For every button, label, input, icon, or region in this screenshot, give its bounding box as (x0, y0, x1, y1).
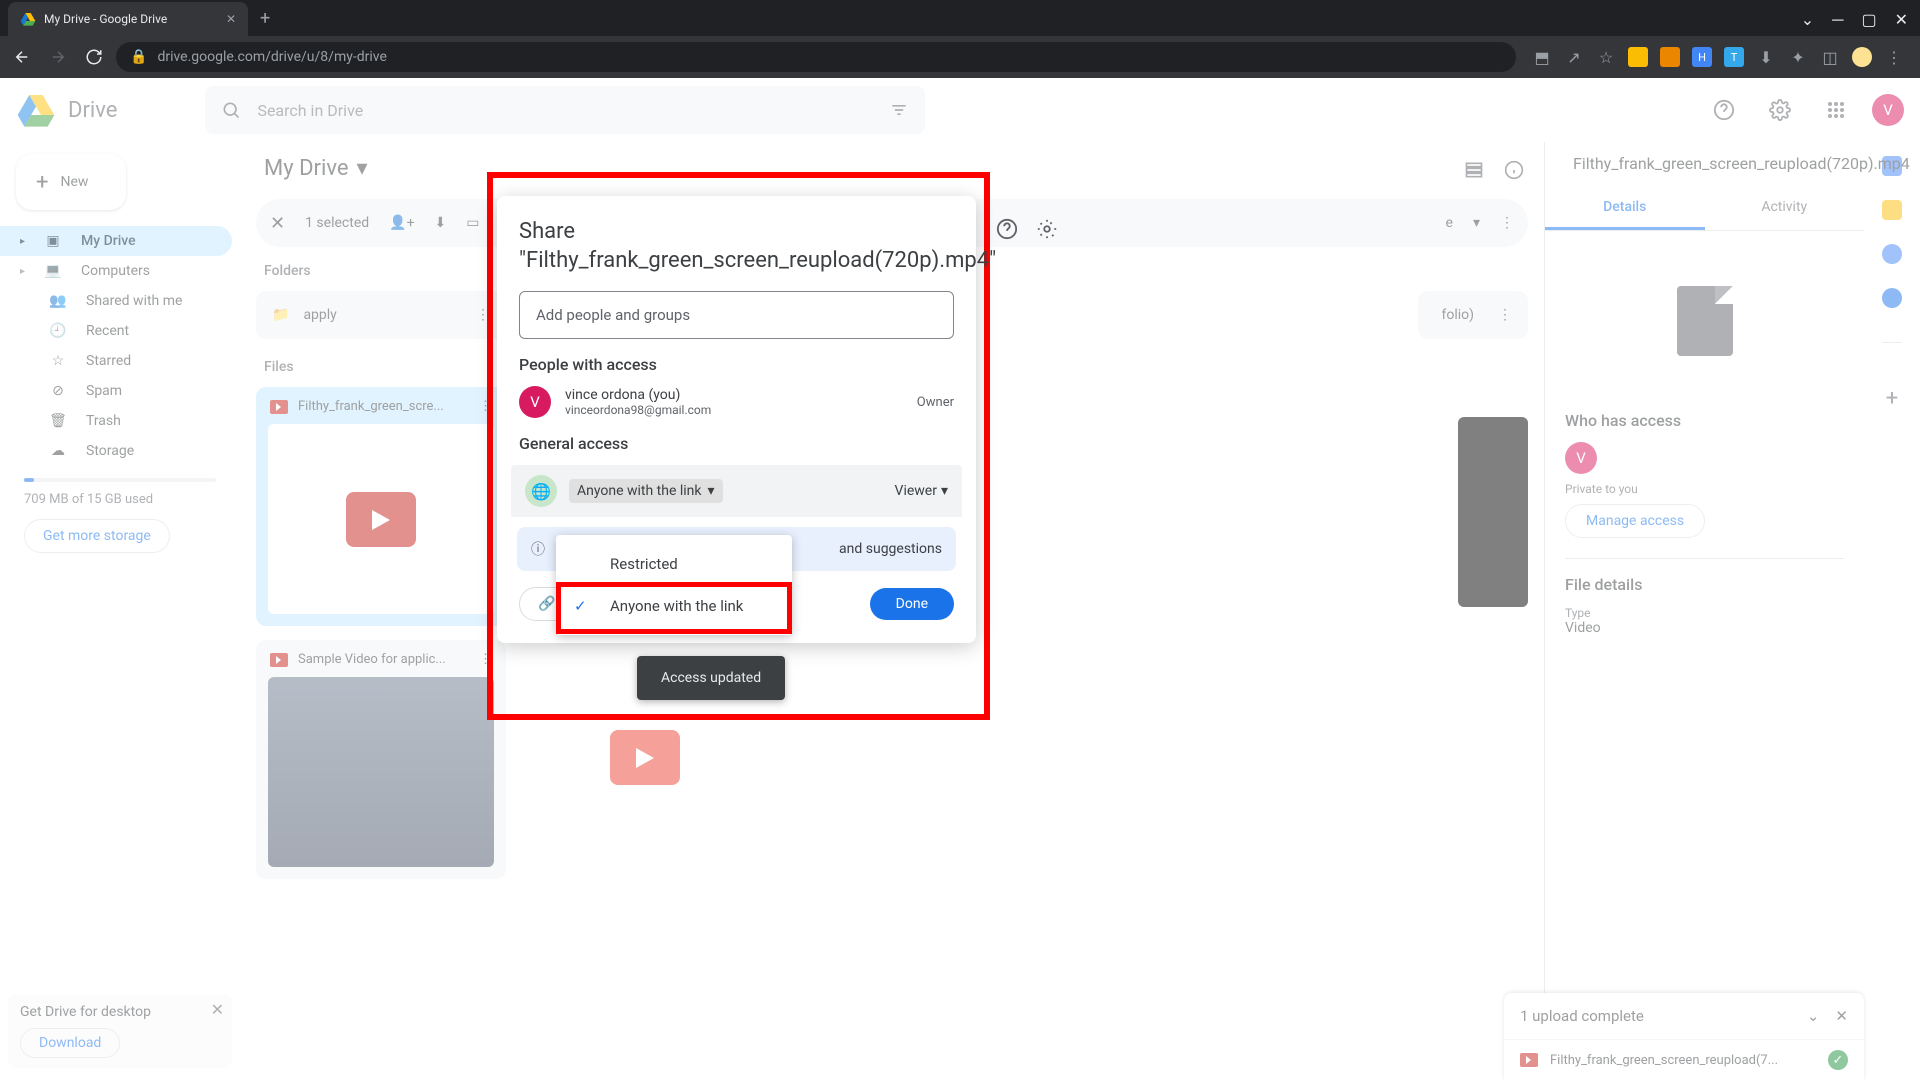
chevron-down-icon[interactable]: ⌄ (1801, 10, 1814, 30)
url-bar[interactable]: 🔒 drive.google.com/drive/u/8/my-drive (116, 42, 1516, 72)
tab-title: My Drive - Google Drive (44, 12, 167, 26)
people-with-access-heading: People with access (519, 355, 954, 374)
access-scope-label: Anyone with the link (577, 483, 702, 499)
bookmark-icon[interactable]: ☆ (1596, 47, 1616, 67)
dialog-title: Share "Filthy_frank_green_screen_reuploa… (519, 218, 996, 275)
dropdown-option-restricted[interactable]: Restricted (556, 543, 792, 585)
caret-down-icon: ▾ (941, 483, 948, 499)
forward-button[interactable] (44, 43, 72, 71)
extensions-menu-icon[interactable]: ✦ (1788, 47, 1808, 67)
role-label: Viewer (895, 483, 937, 499)
browser-chrome: ⌄ ─ ▢ ✕ My Drive - Google Drive ✕ + 🔒 dr… (0, 0, 1920, 78)
help-icon[interactable] (996, 218, 1018, 240)
lock-icon: 🔒 (130, 49, 147, 65)
general-access-heading: General access (519, 434, 954, 453)
close-window-icon[interactable]: ✕ (1895, 10, 1908, 30)
drive-favicon-icon (20, 11, 36, 27)
toast-message: Access updated (637, 656, 785, 700)
share-page-icon[interactable]: ↗ (1564, 47, 1584, 67)
extension-icon[interactable] (1628, 47, 1648, 67)
general-access-row: 🌐 Anyone with the link ▾ Viewer ▾ (511, 465, 962, 517)
person-name: vince ordona (you) (565, 387, 711, 403)
profile-avatar[interactable] (1852, 47, 1872, 67)
download-status-icon[interactable]: ⬇ (1756, 47, 1776, 67)
extension-icon[interactable]: T (1724, 47, 1744, 67)
browser-tab[interactable]: My Drive - Google Drive ✕ (8, 2, 248, 36)
person-row: V vince ordona (you) vinceordona98@gmail… (519, 386, 954, 418)
browser-menu-icon[interactable]: ⋮ (1884, 47, 1904, 67)
done-button[interactable]: Done (870, 588, 954, 620)
url-text: drive.google.com/drive/u/8/my-drive (157, 49, 386, 65)
window-controls: ⌄ ─ ▢ ✕ (1789, 10, 1920, 30)
caret-down-icon: ▾ (708, 483, 715, 499)
maximize-icon[interactable]: ▢ (1861, 10, 1876, 30)
close-tab-icon[interactable]: ✕ (226, 12, 236, 26)
minimize-icon[interactable]: ─ (1832, 10, 1843, 30)
add-people-input[interactable]: Add people and groups (519, 291, 954, 339)
extension-icon[interactable] (1660, 47, 1680, 67)
person-email: vinceordona98@gmail.com (565, 403, 711, 417)
person-role: Owner (917, 395, 954, 410)
reload-button[interactable] (80, 43, 108, 71)
globe-icon: 🌐 (525, 475, 557, 507)
person-avatar: V (519, 386, 551, 418)
access-scope-select[interactable]: Anyone with the link ▾ (569, 479, 723, 503)
annotation-box (556, 582, 792, 634)
back-button[interactable] (8, 43, 36, 71)
extension-icon[interactable]: H (1692, 47, 1712, 67)
install-icon[interactable]: ⬒ (1532, 47, 1552, 67)
link-icon: 🔗 (538, 596, 555, 612)
role-select[interactable]: Viewer ▾ (895, 483, 948, 499)
sidepanel-icon[interactable]: ◫ (1820, 47, 1840, 67)
info-icon: ⓘ (531, 539, 545, 559)
settings-icon[interactable] (1036, 218, 1058, 240)
new-tab-button[interactable]: + (248, 8, 282, 29)
